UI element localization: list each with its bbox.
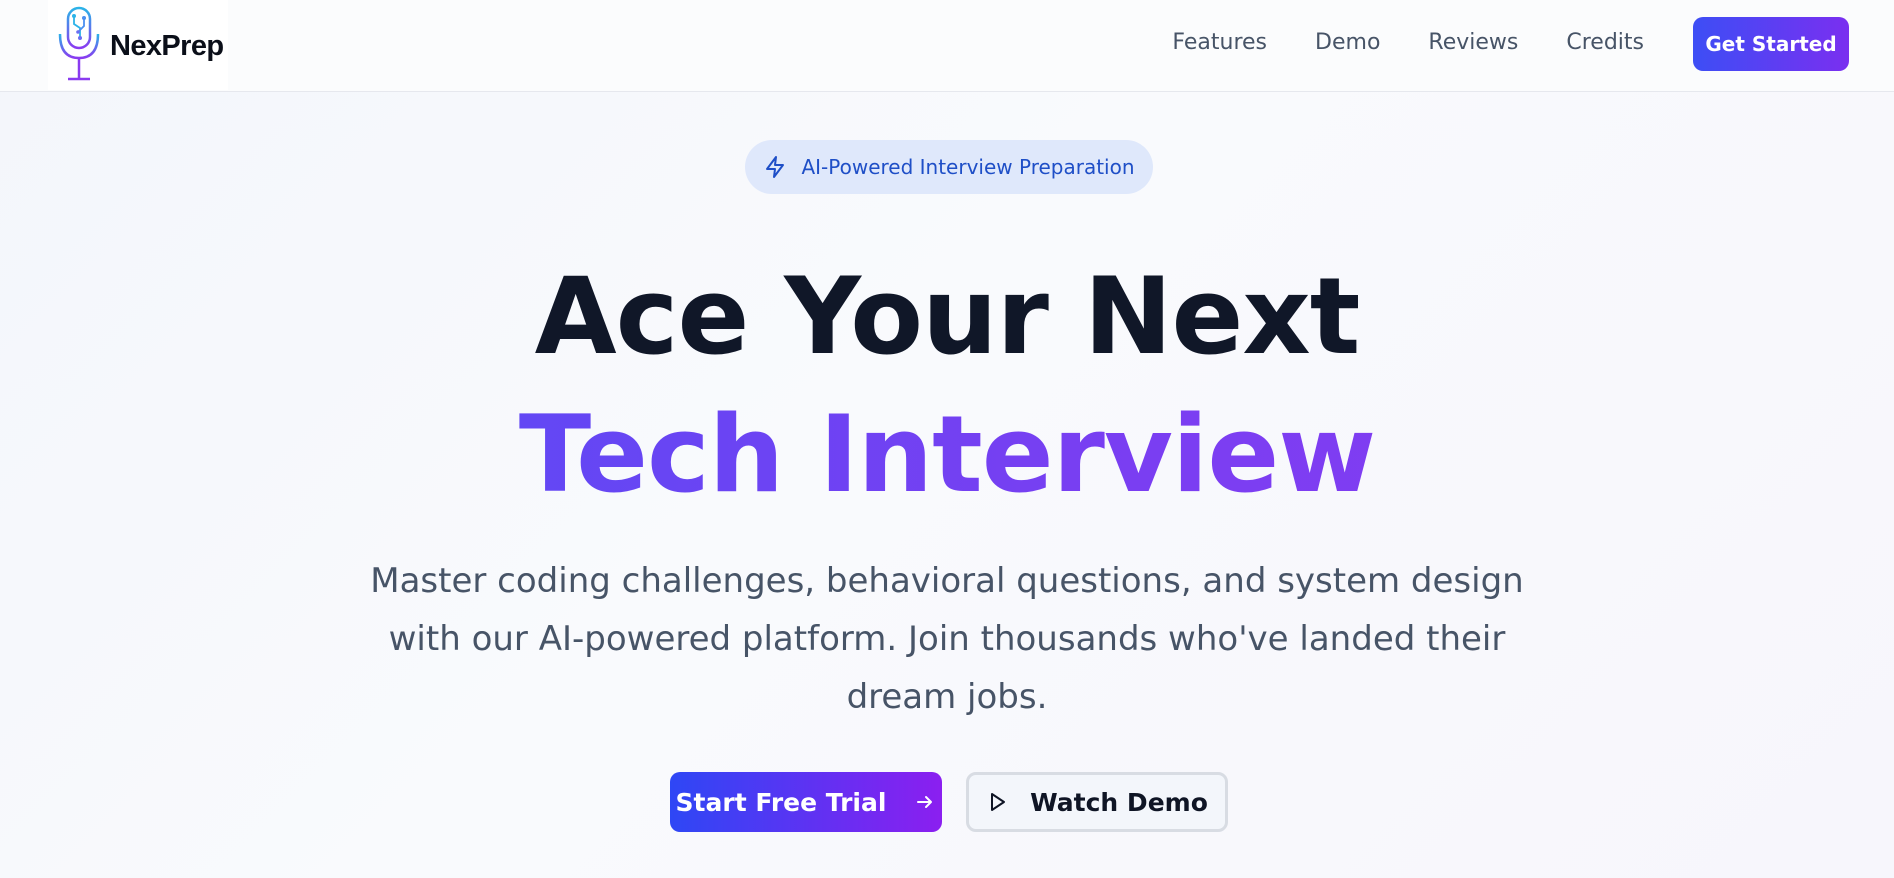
- play-icon: [991, 793, 1006, 811]
- lightning-bolt-icon: [766, 156, 785, 178]
- brand-name: NexPrep: [110, 30, 224, 62]
- nav-link-features[interactable]: Features: [1172, 30, 1267, 55]
- start-free-trial-button[interactable]: Start Free Trial: [670, 772, 942, 832]
- watch-demo-button[interactable]: Watch Demo: [966, 772, 1228, 832]
- start-free-trial-label: Start Free Trial: [675, 787, 887, 817]
- top-navbar: NexPrep Features Demo Reviews Credits Ge…: [0, 0, 1894, 92]
- landing-page: NexPrep Features Demo Reviews Credits Ge…: [0, 0, 1894, 878]
- arrow-right-icon: [917, 796, 933, 808]
- brand-logo[interactable]: NexPrep: [48, 0, 228, 90]
- watch-demo-label: Watch Demo: [1030, 787, 1208, 817]
- get-started-button[interactable]: Get Started: [1693, 17, 1849, 71]
- hero-headline: Ace Your Next: [534, 255, 1361, 378]
- nav-links: Features Demo Reviews Credits: [1172, 30, 1644, 55]
- hero-badge: AI-Powered Interview Preparation: [745, 140, 1153, 194]
- hero-headline-accent: Tech Interview: [0, 390, 1894, 520]
- hero-subtitle: Master coding challenges, behavioral que…: [370, 561, 1524, 717]
- microphone-circuit-icon: [58, 6, 100, 81]
- nav-link-demo[interactable]: Demo: [1315, 30, 1380, 55]
- nav-link-credits[interactable]: Credits: [1566, 30, 1644, 55]
- badge-text: AI-Powered Interview Preparation: [801, 155, 1135, 179]
- nav-link-reviews[interactable]: Reviews: [1428, 30, 1518, 55]
